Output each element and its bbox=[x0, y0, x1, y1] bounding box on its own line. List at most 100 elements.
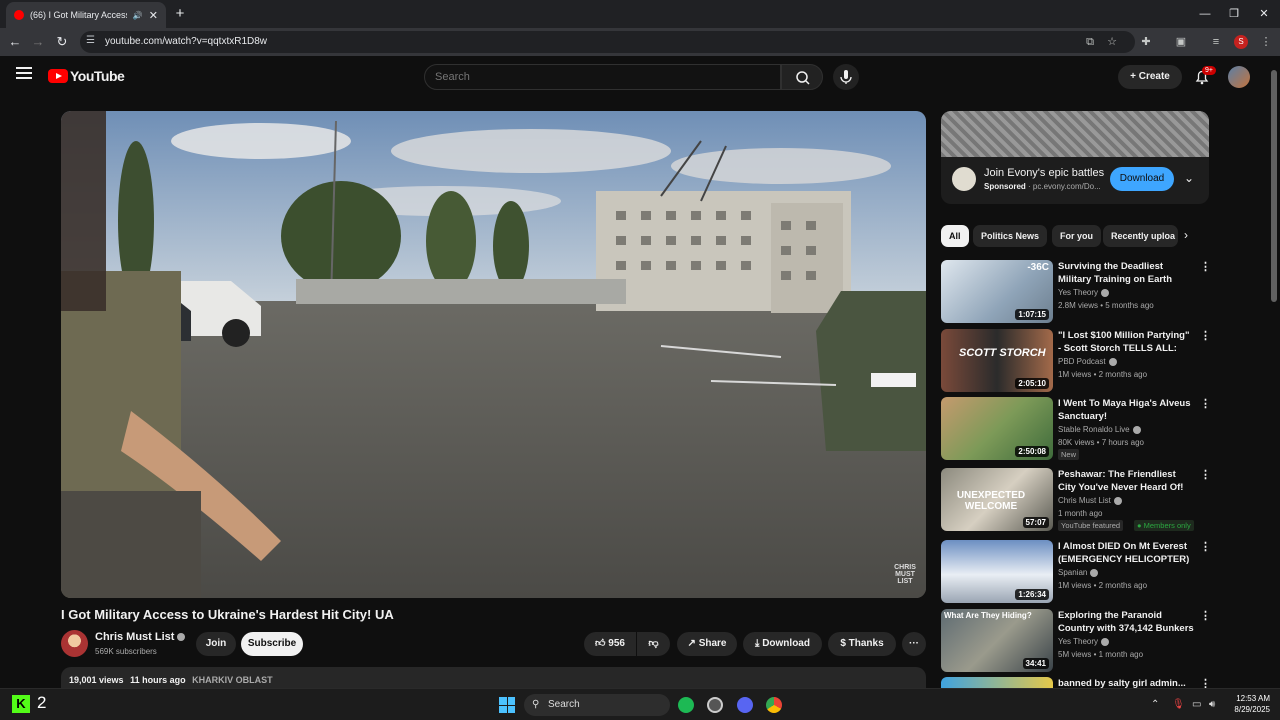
recommendation-channel[interactable]: Yes Theory bbox=[1058, 637, 1110, 646]
chip-politics-news[interactable]: Politics News bbox=[973, 225, 1048, 247]
verified-icon bbox=[1101, 288, 1110, 297]
join-button[interactable]: Join bbox=[196, 632, 236, 656]
back-button[interactable]: ← bbox=[5, 32, 25, 52]
video-thumbnail[interactable]: -36C 1:07:15 bbox=[941, 260, 1053, 323]
hamburger-menu-icon[interactable] bbox=[16, 67, 32, 81]
search-button[interactable] bbox=[781, 64, 823, 90]
recommendation-channel[interactable]: Spanian bbox=[1058, 568, 1099, 577]
close-window-button[interactable]: ✕ bbox=[1249, 4, 1279, 24]
recommendation-item[interactable]: -36C 1:07:15 Surviving the Deadliest Mil… bbox=[941, 260, 1211, 324]
thanks-button[interactable]: $ Thanks bbox=[828, 632, 896, 656]
search-input[interactable] bbox=[435, 71, 765, 83]
recommendation-meta: 2.8M views • 5 months ago bbox=[1058, 301, 1154, 310]
subscribe-button[interactable]: Subscribe bbox=[241, 632, 303, 656]
recommendation-item[interactable]: banned by salty girl admin... ⋮ bbox=[941, 677, 1209, 688]
reload-button[interactable]: ↻ bbox=[52, 32, 72, 52]
url-text[interactable]: youtube.com/watch?v=qqtxtxR1D8w bbox=[105, 36, 267, 47]
ad-title[interactable]: Join Evony's epic battles bbox=[984, 167, 1104, 179]
recommendation-channel[interactable]: Stable Ronaldo Live bbox=[1058, 425, 1141, 434]
page-scrollbar[interactable] bbox=[1271, 70, 1277, 302]
omnibox[interactable]: ☰ youtube.com/watch?v=qqtxtxR1D8w bbox=[80, 31, 1135, 53]
recommendation-item[interactable]: 2:50:08 I Went To Maya Higa's Alveus San… bbox=[941, 397, 1211, 461]
bookmark-star-icon[interactable]: ☆ bbox=[1104, 34, 1120, 50]
voice-search-button[interactable] bbox=[833, 64, 859, 90]
chip-recently-uploaded[interactable]: Recently uploa bbox=[1103, 225, 1178, 247]
media-control-icon[interactable]: ≡ bbox=[1208, 34, 1224, 50]
show-hidden-icons-chevron-icon[interactable]: ⌃ bbox=[1151, 699, 1159, 710]
create-button[interactable]: + Create bbox=[1118, 65, 1182, 89]
chrome-icon[interactable] bbox=[766, 697, 782, 713]
channel-name[interactable]: Chris Must List bbox=[95, 631, 186, 643]
volume-icon[interactable]: 🔊︎ bbox=[1209, 699, 1215, 710]
install-app-icon[interactable]: ⧉ bbox=[1082, 34, 1098, 50]
discord-icon[interactable] bbox=[737, 697, 753, 713]
youtube-logo[interactable]: YouTube bbox=[48, 68, 125, 84]
chip-for-you[interactable]: For you bbox=[1052, 225, 1101, 247]
video-player[interactable] bbox=[61, 111, 926, 598]
spotify-icon[interactable] bbox=[678, 697, 694, 713]
recommendation-title[interactable]: "I Lost $100 Million Partying" - Scott S… bbox=[1058, 329, 1195, 355]
new-tab-button[interactable]: + bbox=[170, 4, 190, 24]
download-button[interactable]: ⤓ Download bbox=[743, 632, 822, 656]
video-thumbnail[interactable] bbox=[941, 677, 1053, 688]
recommendation-title[interactable]: Exploring the Paranoid Country with 374,… bbox=[1058, 609, 1195, 635]
video-thumbnail[interactable]: 1:26:34 bbox=[941, 540, 1053, 603]
restore-button[interactable]: ❐ bbox=[1219, 4, 1249, 24]
recommendation-channel[interactable]: Chris Must List bbox=[1058, 496, 1122, 505]
create-label: Create bbox=[1138, 71, 1170, 82]
account-avatar[interactable] bbox=[1228, 66, 1250, 88]
more-options-icon[interactable]: ⋮ bbox=[1200, 540, 1211, 553]
video-thumbnail[interactable]: What Are They Hiding? 34:41 bbox=[941, 609, 1053, 672]
network-icon[interactable]: ▭ bbox=[1192, 699, 1201, 710]
location-tag[interactable]: KHARKIV OBLAST bbox=[192, 675, 273, 685]
steam-icon[interactable] bbox=[707, 697, 723, 713]
more-options-icon[interactable]: ⋮ bbox=[1200, 677, 1209, 688]
recommendation-title[interactable]: I Went To Maya Higa's Alveus Sanctuary! bbox=[1058, 397, 1195, 423]
recommendation-item[interactable]: SCOTT STORCH 2:05:10 "I Lost $100 Millio… bbox=[941, 329, 1211, 393]
chevron-down-icon[interactable]: ⌄ bbox=[1184, 171, 1194, 185]
more-options-icon[interactable]: ⋮ bbox=[1200, 329, 1211, 342]
more-options-icon[interactable]: ⋮ bbox=[1200, 260, 1211, 273]
windows-start-icon[interactable] bbox=[499, 697, 515, 713]
more-actions-button[interactable]: ··· bbox=[902, 632, 926, 656]
recommendation-channel[interactable]: PBD Podcast bbox=[1058, 357, 1117, 366]
ad-download-button[interactable]: Download bbox=[1110, 167, 1174, 191]
extensions-icon[interactable]: ✚ bbox=[1138, 34, 1154, 50]
ad-banner-image[interactable] bbox=[941, 111, 1209, 157]
browser-menu-icon[interactable]: ⋮ bbox=[1258, 34, 1274, 50]
profile-avatar[interactable]: S bbox=[1234, 35, 1248, 49]
forward-button[interactable]: → bbox=[28, 32, 48, 52]
like-button[interactable]: 👍︎ 956 bbox=[584, 632, 636, 656]
recommendation-title[interactable]: banned by salty girl admin... bbox=[1058, 677, 1195, 688]
dislike-button[interactable]: 👎︎ bbox=[637, 632, 670, 656]
system-clock[interactable]: 12:53 AM 8/29/2025 bbox=[1226, 693, 1270, 715]
sponsored-ad[interactable]: Join Evony's epic battles Sponsored · pc… bbox=[941, 111, 1209, 204]
video-thumbnail[interactable]: UNEXPECTED WELCOME 57:07 bbox=[941, 468, 1053, 531]
video-thumbnail[interactable]: 2:50:08 bbox=[941, 397, 1053, 460]
taskbar-search[interactable]: ⚲ Search bbox=[524, 694, 670, 716]
minimize-button[interactable]: — bbox=[1190, 4, 1220, 24]
video-thumbnail[interactable]: SCOTT STORCH 2:05:10 bbox=[941, 329, 1053, 392]
recommendation-item[interactable]: UNEXPECTED WELCOME 57:07 Peshawar: The F… bbox=[941, 468, 1211, 532]
search-field[interactable] bbox=[424, 64, 781, 90]
video-duration: 57:07 bbox=[1022, 517, 1049, 528]
chevron-right-icon[interactable]: › bbox=[1184, 228, 1188, 242]
microphone-icon[interactable]: 🎙︎ bbox=[1172, 699, 1185, 710]
channel-avatar[interactable] bbox=[61, 630, 88, 657]
browser-tab[interactable]: (66) I Got Military Access to 🔊 ✕ bbox=[6, 2, 166, 28]
recommendation-item[interactable]: 1:26:34 I Almost DIED On Mt Everest (EME… bbox=[941, 540, 1211, 604]
close-tab-icon[interactable]: ✕ bbox=[149, 9, 158, 22]
recommendation-channel[interactable]: Yes Theory bbox=[1058, 288, 1110, 297]
sidepanel-icon[interactable]: ▣ bbox=[1173, 34, 1189, 50]
recommendation-item[interactable]: What Are They Hiding? 34:41 Exploring th… bbox=[941, 609, 1211, 673]
chip-all[interactable]: All bbox=[941, 225, 969, 247]
more-options-icon[interactable]: ⋮ bbox=[1200, 397, 1211, 410]
share-button[interactable]: ↗ Share bbox=[677, 632, 737, 656]
recommendation-title[interactable]: I Almost DIED On Mt Everest (EMERGENCY H… bbox=[1058, 540, 1195, 566]
more-options-icon[interactable]: ⋮ bbox=[1200, 609, 1211, 622]
recommendation-title[interactable]: Surviving the Deadliest Military Trainin… bbox=[1058, 260, 1195, 286]
site-info-icon[interactable]: ☰ bbox=[86, 35, 100, 49]
recommendation-title[interactable]: Peshawar: The Friendliest City You've Ne… bbox=[1058, 468, 1195, 494]
audio-icon[interactable]: 🔊 bbox=[133, 11, 143, 20]
more-options-icon[interactable]: ⋮ bbox=[1200, 468, 1211, 481]
